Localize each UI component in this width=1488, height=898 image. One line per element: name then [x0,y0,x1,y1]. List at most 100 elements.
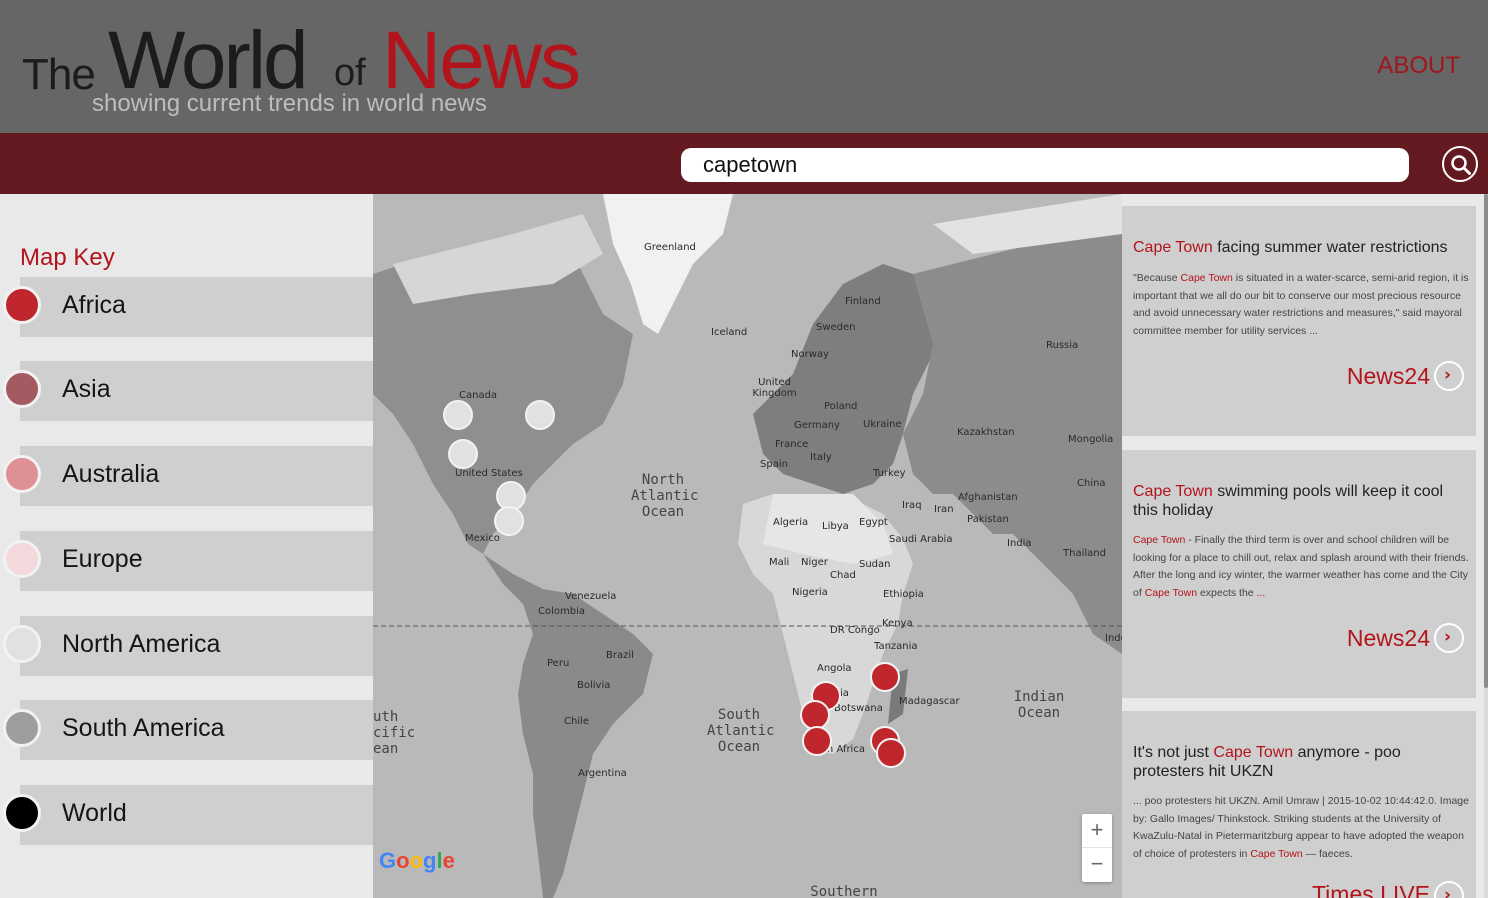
map-key-item-south-america[interactable]: South America [3,700,373,760]
news-scrollbar[interactable] [1484,194,1488,898]
map-marker-africa[interactable] [870,662,900,692]
map-key-label: South America [62,714,225,742]
map-label: Chad [830,570,856,581]
news-source[interactable]: News24 [1347,625,1430,652]
logo-the: The [22,50,96,99]
map-label: Sweden [816,322,856,333]
logo-of: of [334,52,366,94]
zoom-in-button[interactable]: + [1082,814,1112,848]
ocean-label: uth cific ean [373,709,416,757]
map-key-item-north-america[interactable]: North America [3,616,373,676]
map-key-label: Australia [62,460,160,488]
map-label: Germany [794,420,840,431]
map-label: Tanzania [874,641,918,652]
scrollbar-thumb[interactable] [1484,194,1488,688]
map-key-title: Map Key [20,244,115,271]
map-label: Pakistan [967,514,1009,525]
map-marker-africa[interactable] [802,726,832,756]
map-key-item-world[interactable]: World [3,785,373,845]
legend-swatch-north-america [3,625,41,663]
map-label: Iceland [711,327,748,338]
news-source[interactable]: Times LIVE [1312,881,1430,898]
zoom-out-button[interactable]: − [1082,848,1112,882]
map-label: France [775,439,809,450]
chevron-right-icon: › [1444,365,1452,385]
map-label: Mali [769,557,790,568]
search-button[interactable] [1442,146,1478,182]
map-label: Thailand [1063,548,1106,559]
read-more-button[interactable]: › [1434,881,1464,898]
map-marker-north-america[interactable] [525,400,555,430]
news-snippet: ... poo protesters hit UKZN. Amil Umraw … [1133,793,1469,863]
read-more-button[interactable]: › [1434,623,1464,653]
legend-swatch-africa [3,286,41,324]
map-label: Kazakhstan [957,427,1015,438]
map-label: ia [840,688,849,699]
news-card[interactable]: Cape Town swimming pools will keep it co… [1122,450,1476,698]
map-key-item-africa[interactable]: Africa [3,277,373,337]
map-label: Afghanistan [958,492,1018,503]
map-label: Peru [547,658,570,669]
news-card[interactable]: Cape Town facing summer water restrictio… [1122,206,1476,436]
news-card[interactable]: It's not just Cape Town anymore - poo pr… [1122,711,1476,898]
snippet-ellipsis: ... [1256,586,1266,599]
snippet-highlight: Cape Town [1180,272,1233,284]
legend-swatch-asia [3,370,41,408]
legend-swatch-south-america [3,709,41,747]
ocean-label: South Atlantic Ocean [707,707,775,755]
chevron-right-icon: › [1444,627,1452,647]
map-key-item-asia[interactable]: Asia [3,361,373,421]
legend-swatch-world [3,794,41,832]
map-label: Ethiopia [883,589,924,600]
map-label: United Kingdom [752,377,797,399]
map-label: Ukraine [863,419,902,430]
map-label: Egypt [859,517,888,528]
map-label: Spain [760,459,788,470]
ocean-label: Southern [810,884,878,898]
map-label: Sudan [859,559,891,570]
news-title[interactable]: It's not just Cape Town anymore - poo pr… [1133,743,1469,781]
map-label: Finland [845,296,881,307]
map-label: United States [455,468,523,479]
news-title[interactable]: Cape Town swimming pools will keep it co… [1133,482,1469,520]
map-label: Norway [791,349,829,360]
map-label: China [1077,478,1106,489]
map-label: Mexico [465,533,500,544]
map-marker-north-america[interactable] [494,506,524,536]
snippet-text: expects the [1197,586,1257,599]
legend-swatch-europe [3,540,41,578]
search-input[interactable] [681,148,1409,182]
search-icon [1451,155,1471,175]
map-label: Algeria [773,517,809,528]
map-key-item-australia[interactable]: Australia [3,446,373,506]
read-more-button[interactable]: › [1434,361,1464,391]
snippet-text: "Because [1133,272,1181,284]
map-label: Niger [801,557,828,568]
map-key-item-europe[interactable]: Europe [3,531,373,591]
snippet-text: — faeces. [1302,847,1353,860]
title-text: facing summer water restrictions [1212,239,1448,256]
search-bar [0,133,1488,194]
title-highlight: Cape Town [1133,483,1213,500]
snippet-highlight: Cape Town [1133,534,1186,546]
logo-tagline: showing current trends in world news [92,90,487,117]
map-marker-africa[interactable] [876,738,906,768]
news-source[interactable]: News24 [1347,363,1430,390]
news-title[interactable]: Cape Town facing summer water restrictio… [1133,238,1469,257]
map-label: DR Congo [830,625,880,636]
snippet-highlight: Cape Town [1250,847,1303,860]
map-label: Kenya [882,618,913,629]
world-map[interactable]: Greenland Iceland Finland Sweden Norway … [373,194,1122,898]
map-key-label: World [62,799,127,827]
legend-swatch-australia [3,455,41,493]
about-link[interactable]: ABOUT [1377,52,1460,80]
map-key-sidebar: Map Key Africa Asia Australia Europe Nor… [0,194,373,898]
map-marker-north-america[interactable] [448,439,478,469]
map-label: Botswana [834,703,883,714]
map-label: Brazil [606,650,634,661]
ocean-label: North Atlantic Ocean [631,472,699,520]
map-label: Iraq [902,500,922,511]
map-key-label: North America [62,630,221,658]
news-feed: Cape Town facing summer water restrictio… [1122,194,1488,898]
map-marker-north-america[interactable] [443,400,473,430]
